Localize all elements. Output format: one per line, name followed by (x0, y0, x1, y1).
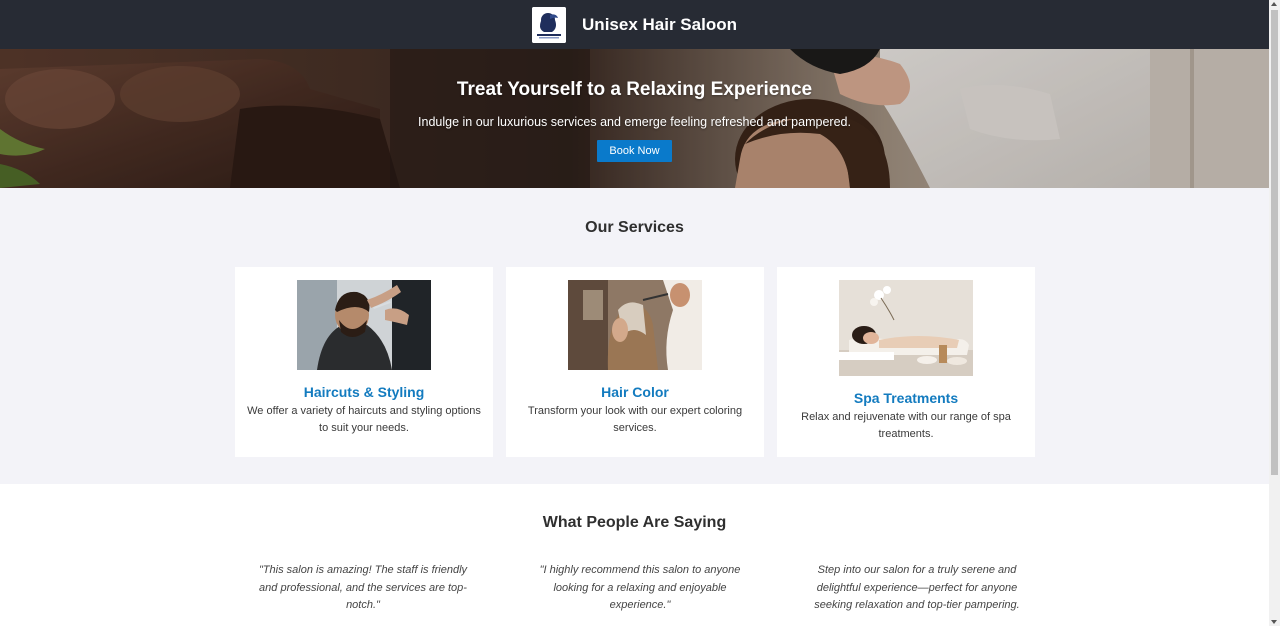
services-list: Haircuts & Styling We offer a variety of… (235, 267, 1035, 457)
service-title: Spa Treatments (853, 390, 959, 406)
service-card-spa[interactable]: Spa Treatments Relax and rejuvenate with… (777, 267, 1035, 457)
haircut-photo (297, 280, 431, 370)
scrollbar-thumb[interactable] (1271, 10, 1278, 475)
testimonial-quote: Step into our salon for a truly serene a… (814, 564, 1020, 611)
services-title: Our Services (585, 219, 684, 236)
service-title: Haircuts & Styling (303, 384, 425, 400)
service-description: Relax and rejuvenate with our range of s… (801, 411, 1011, 440)
scroll-up-arrow-icon[interactable] (1271, 2, 1277, 6)
service-card-hair-color[interactable]: Hair Color Transform your look with our … (506, 267, 764, 457)
testimonials-title: What People Are Saying (542, 514, 727, 531)
page: Unisex Hair Saloon Treat Yourself to a R… (0, 0, 1269, 626)
hero-subtitle: Indulge in our luxurious services and em… (418, 115, 851, 129)
hero-title: Treat Yourself to a Relaxing Experience (456, 79, 813, 100)
service-title: Hair Color (601, 384, 669, 400)
spa-photo (839, 280, 973, 376)
testimonial-quote: "This salon is amazing! The staff is fri… (258, 564, 468, 611)
book-now-button[interactable]: Book Now (597, 140, 672, 162)
service-description: Transform your look with our expert colo… (527, 405, 743, 434)
site-title: Unisex Hair Saloon (582, 14, 737, 34)
service-card-haircuts[interactable]: Haircuts & Styling We offer a variety of… (235, 267, 493, 457)
site-header: Unisex Hair Saloon (0, 0, 1269, 49)
testimonial-quote: "I highly recommend this salon to anyone… (539, 564, 741, 611)
service-description: We offer a variety of haircuts and styli… (247, 405, 481, 434)
hero-content: Treat Yourself to a Relaxing Experience … (0, 49, 1269, 162)
hero-banner: Treat Yourself to a Relaxing Experience … (0, 49, 1269, 188)
testimonials-section: What People Are Saying "This salon is am… (0, 484, 1269, 626)
testimonials-list: "This salon is amazing! The staff is fri… (258, 562, 1022, 615)
logo[interactable] (532, 6, 567, 43)
logo-image (532, 6, 567, 43)
scroll-down-arrow-icon[interactable] (1271, 620, 1277, 624)
hair-color-photo (568, 280, 702, 370)
page-scrollbar[interactable] (1269, 0, 1280, 626)
services-section: Our Services Haircuts & Styling We offer… (0, 188, 1269, 484)
